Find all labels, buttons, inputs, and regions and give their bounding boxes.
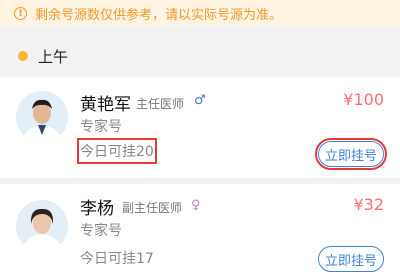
doctor-title: 主任医师	[136, 97, 185, 111]
male-icon: ♂	[194, 93, 206, 108]
notice-bar: ! 剩余号源数仅供参考，请以实际号源为准。	[0, 0, 400, 26]
section-header-morning: 上午	[0, 40, 400, 72]
registration-type: 专家号	[80, 119, 122, 135]
doctor-card[interactable]: 李杨 副主任医师 ♀ 专家号 今日可挂17 ¥32 立即挂号	[0, 184, 400, 280]
availability-text: 今日可挂17	[80, 251, 154, 267]
doctor-name: 李杨	[80, 199, 114, 219]
doctor-name: 黄艳军	[80, 95, 131, 115]
price: ¥32	[353, 195, 384, 214]
price: ¥100	[343, 90, 384, 109]
availability-text: 今日可挂20	[77, 138, 157, 164]
female-icon: ♀	[191, 198, 201, 213]
notice-text: 剩余号源数仅供参考，请以实际号源为准。	[35, 7, 283, 23]
doctor-title: 副主任医师	[122, 201, 183, 215]
register-now-button[interactable]: 立即挂号	[315, 138, 387, 170]
doctor-avatar	[16, 91, 68, 143]
doctor-avatar	[16, 200, 68, 252]
section-label: 上午	[38, 47, 69, 66]
sun-dot-icon	[18, 51, 28, 61]
register-now-button[interactable]: 立即挂号	[318, 246, 384, 272]
registration-type: 专家号	[80, 223, 122, 239]
doctor-card[interactable]: 黄艳军 主任医师 ♂ 专家号 今日可挂20 ¥100 立即挂号	[0, 77, 400, 178]
warning-icon: !	[14, 6, 27, 20]
